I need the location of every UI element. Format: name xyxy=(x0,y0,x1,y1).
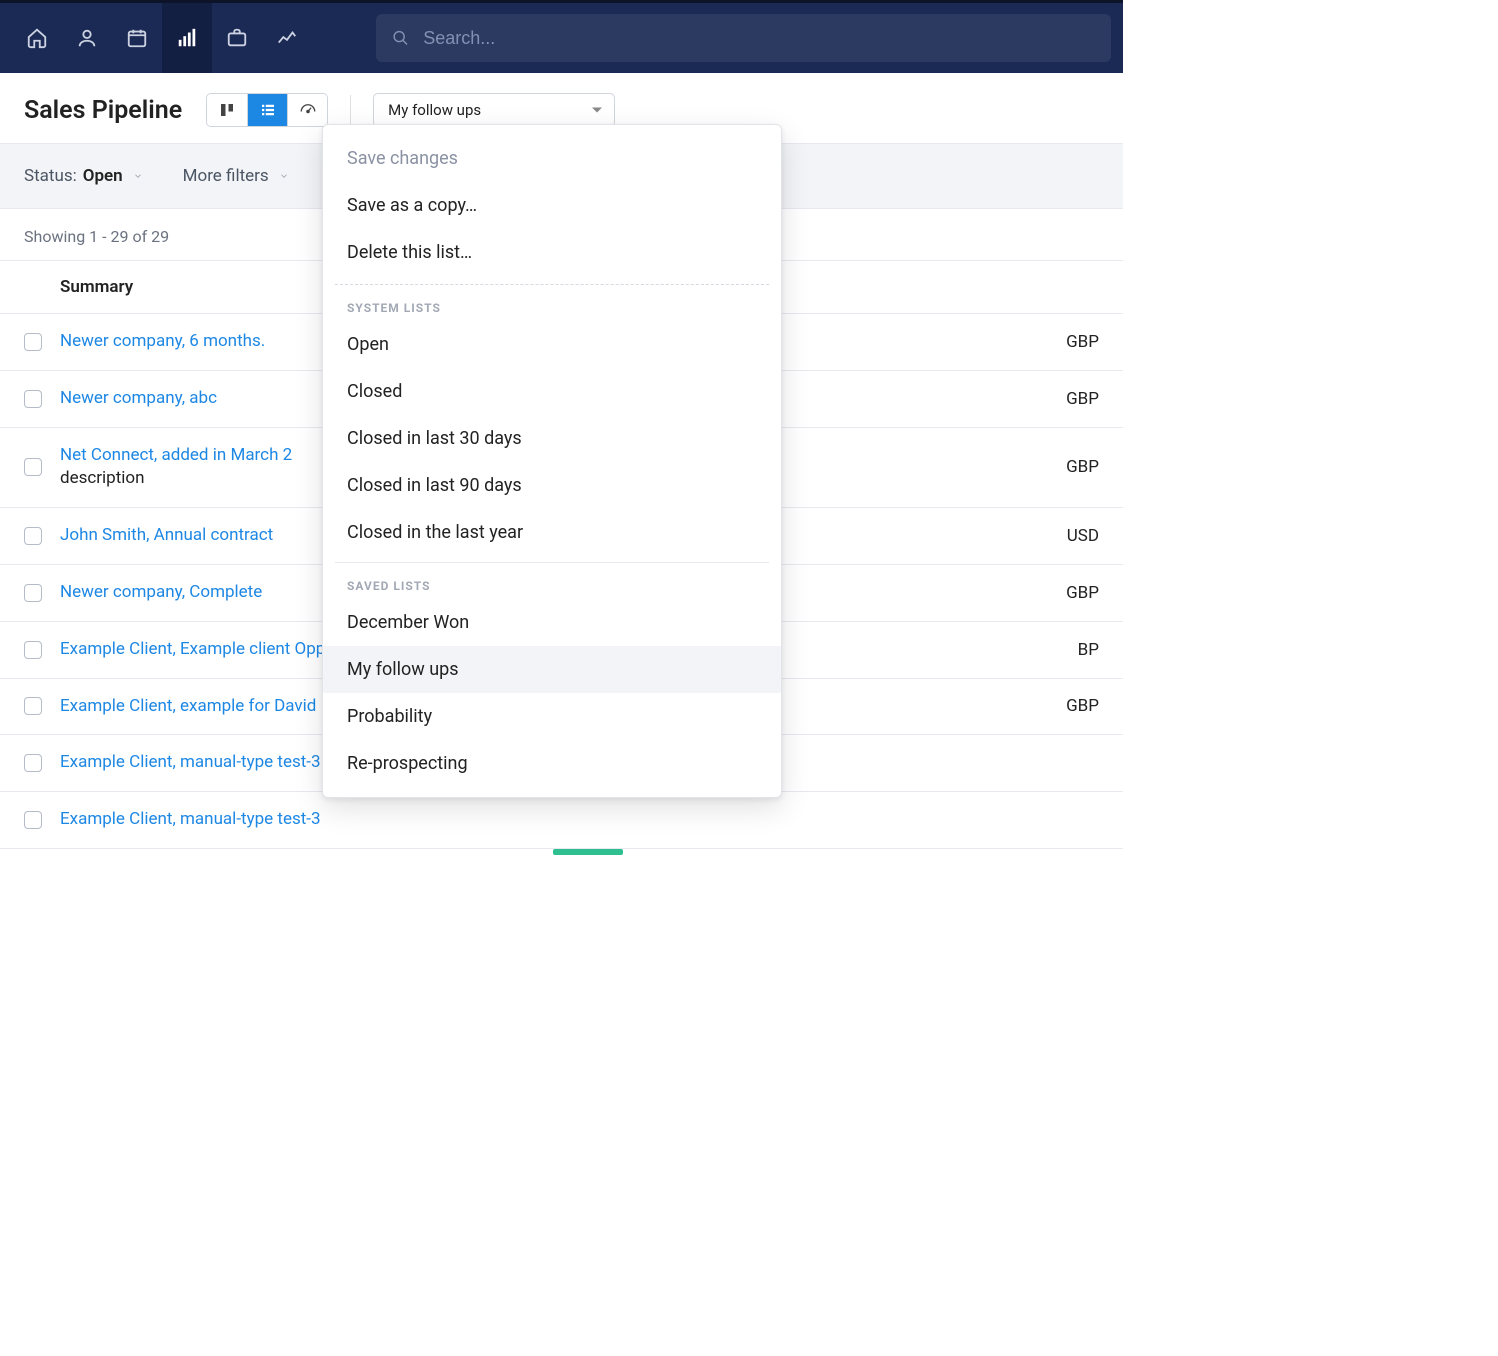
row-currency: GBP xyxy=(1039,696,1099,716)
chevron-down-icon xyxy=(133,171,143,181)
divider xyxy=(350,95,351,125)
row-checkbox[interactable] xyxy=(24,811,42,829)
table-row: Example Client, manual-type test-3 xyxy=(0,792,1123,849)
row-checkbox[interactable] xyxy=(24,527,42,545)
system-list-item[interactable]: Open xyxy=(323,321,781,368)
row-checkbox[interactable] xyxy=(24,333,42,351)
system-list-item[interactable]: Closed in last 30 days xyxy=(323,415,781,462)
status-filter-value: Open xyxy=(83,166,123,186)
row-checkbox[interactable] xyxy=(24,390,42,408)
search-icon xyxy=(392,29,409,47)
top-nav xyxy=(0,0,1123,73)
view-toggle-group xyxy=(206,93,328,127)
row-checkbox[interactable] xyxy=(24,754,42,772)
row-currency: GBP xyxy=(1039,332,1099,352)
dropdown-action[interactable]: Save as a copy… xyxy=(323,182,781,229)
search-input[interactable] xyxy=(423,28,1095,49)
saved-list-item[interactable]: December Won xyxy=(323,599,781,646)
row-currency: GBP xyxy=(1039,389,1099,409)
row-summary-link[interactable]: Example Client, manual-type test-3 xyxy=(60,808,1039,832)
list-view-button[interactable] xyxy=(247,94,287,126)
row-checkbox[interactable] xyxy=(24,458,42,476)
more-filters[interactable]: More filters xyxy=(183,166,289,186)
row-checkbox[interactable] xyxy=(24,641,42,659)
more-filters-label: More filters xyxy=(183,166,269,186)
row-currency: BP xyxy=(1039,640,1099,660)
nav-icon-group xyxy=(12,3,312,73)
analytics-icon[interactable] xyxy=(262,3,312,73)
saved-lists-header: SAVED LISTS xyxy=(323,563,781,599)
dropdown-action: Save changes xyxy=(323,135,781,182)
row-checkbox[interactable] xyxy=(24,697,42,715)
home-icon[interactable] xyxy=(12,3,62,73)
status-filter-label: Status: xyxy=(24,166,77,186)
page-title: Sales Pipeline xyxy=(24,96,182,125)
briefcase-icon[interactable] xyxy=(212,3,262,73)
progress-indicator xyxy=(553,849,623,855)
row-currency: GBP xyxy=(1039,457,1099,477)
row-currency: USD xyxy=(1039,526,1099,546)
system-lists-header: SYSTEM LISTS xyxy=(323,285,781,321)
search-box[interactable] xyxy=(376,14,1111,62)
saved-list-item[interactable]: My follow ups xyxy=(323,646,781,693)
system-list-item[interactable]: Closed in the last year xyxy=(323,509,781,556)
saved-list-dropdown-panel: Save changesSave as a copy…Delete this l… xyxy=(322,124,782,798)
row-checkbox[interactable] xyxy=(24,584,42,602)
calendar-icon[interactable] xyxy=(112,3,162,73)
chevron-down-icon xyxy=(279,171,289,181)
board-view-button[interactable] xyxy=(207,94,247,126)
saved-list-selected: My follow ups xyxy=(388,101,481,119)
person-icon[interactable] xyxy=(62,3,112,73)
status-filter[interactable]: Status: Open xyxy=(24,166,143,186)
saved-list-dropdown[interactable]: My follow ups xyxy=(373,93,615,127)
column-summary[interactable]: Summary xyxy=(60,277,133,297)
pipeline-icon[interactable] xyxy=(162,3,212,73)
saved-list-item[interactable]: Re-prospecting xyxy=(323,740,781,787)
system-list-item[interactable]: Closed xyxy=(323,368,781,415)
row-currency: GBP xyxy=(1039,583,1099,603)
dropdown-action[interactable]: Delete this list… xyxy=(323,229,781,276)
search-container xyxy=(376,14,1111,62)
saved-list-item[interactable]: Probability xyxy=(323,693,781,740)
system-list-item[interactable]: Closed in last 90 days xyxy=(323,462,781,509)
dashboard-view-button[interactable] xyxy=(287,94,327,126)
